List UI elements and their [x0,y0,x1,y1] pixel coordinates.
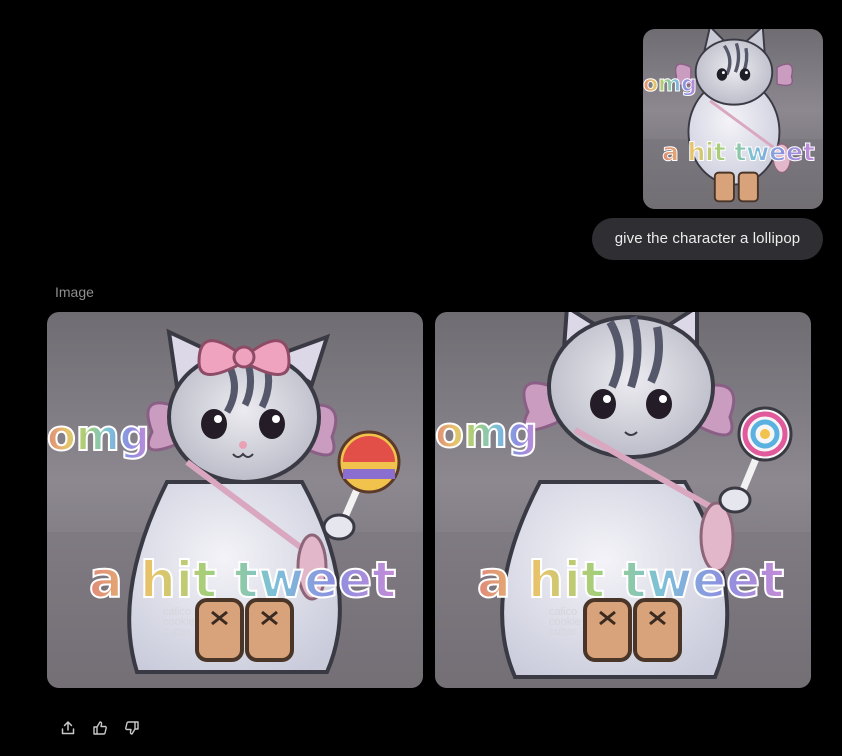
image-1-watermark-line-3: cutter [163,626,191,638]
response-image-label: Image [55,284,94,300]
thumbs-up-icon [93,721,107,735]
thumb-caption-bottom: a hit tweet [662,138,815,167]
generated-image-1[interactable]: omg a hit tweet calico cookie cutter [47,312,423,688]
image-2-caption-bottom: a hit tweet [477,551,784,609]
user-message-bubble: give the character a lollipop [592,218,823,260]
user-attachment-image[interactable]: omg a hit tweet [643,29,823,209]
image-1-caption-top: omg [47,411,150,460]
image-2-watermark-line-3: cutter [549,626,577,638]
thumbs-up-button[interactable] [90,718,110,738]
cat-with-lollipop-bow-illustration: omg a hit tweet calico cookie cutter [47,312,423,688]
thumbs-down-button[interactable] [122,718,142,738]
thumb-caption-top: omg [643,72,697,97]
share-icon [61,721,75,735]
image-2-caption-top: omg [435,408,538,457]
cat-with-lollipop-illustration: omg a hit tweet calico cookie cutter [435,312,811,688]
generated-image-2[interactable]: omg a hit tweet calico cookie cutter [435,312,811,688]
thumbs-down-icon [125,721,139,735]
image-1-caption-bottom: a hit tweet [89,551,396,609]
response-actions [58,718,142,738]
share-button[interactable] [58,718,78,738]
cat-illustration-thumbnail: omg a hit tweet [643,29,823,209]
